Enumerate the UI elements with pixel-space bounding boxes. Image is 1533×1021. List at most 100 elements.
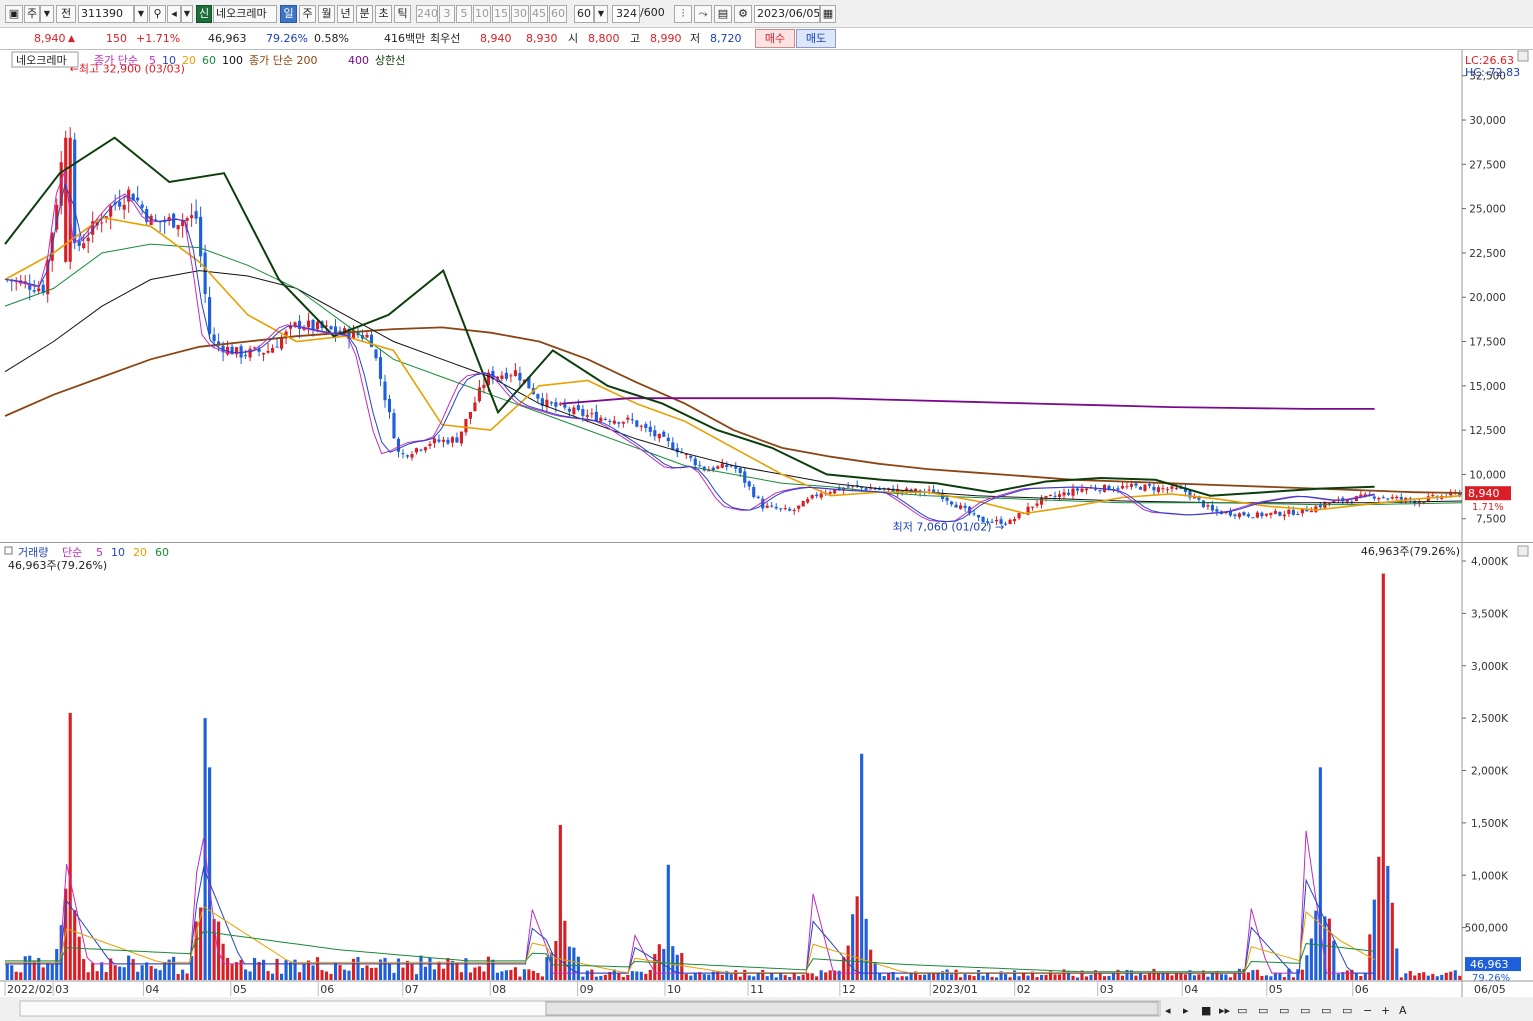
volume-bar (1179, 973, 1183, 980)
search-icon[interactable]: ⚲ (149, 5, 166, 23)
view-d-icon[interactable]: ▭ (1300, 1004, 1310, 1017)
chevron-down-icon[interactable]: ▼ (40, 5, 54, 23)
scroll-thumb[interactable] (545, 1001, 1159, 1016)
play-icon[interactable]: ▸ (1183, 1004, 1189, 1017)
legend-item-6[interactable]: 종가 단순 200 (249, 54, 317, 67)
stock-code-input[interactable]: 311390 (78, 5, 134, 23)
volume-bar (1192, 975, 1197, 980)
interval-button-15[interactable]: 15 (492, 5, 510, 23)
volume-bar (423, 966, 428, 980)
volume-legend-item-2[interactable]: 5 (96, 546, 103, 559)
buy-button[interactable]: 매수 (755, 29, 795, 48)
x-tick-label: 06 (320, 983, 334, 996)
date-input[interactable]: 2023/06/05 (754, 5, 820, 23)
bar-count-input[interactable]: 324 (612, 5, 640, 23)
candle-body (756, 496, 760, 499)
volume-bar (1251, 970, 1255, 980)
volume-legend-item-4[interactable]: 20 (133, 546, 147, 559)
volume-bar (738, 976, 742, 980)
candle-body (270, 348, 275, 353)
zoom-in-icon[interactable]: + (1381, 1004, 1390, 1017)
interval-button-5[interactable]: 5 (456, 5, 472, 23)
volume-bar (118, 966, 122, 980)
view-c-icon[interactable]: ▭ (1279, 1004, 1289, 1017)
chart-type-select[interactable]: 주 (24, 5, 40, 23)
view-e-icon[interactable]: ▭ (1321, 1004, 1331, 1017)
volume-bar (972, 976, 976, 980)
speaker-icon[interactable]: ◂ (167, 5, 181, 23)
period-tab-1[interactable]: 주 (299, 5, 316, 23)
legend-item-8[interactable]: 상한선 (375, 54, 405, 67)
legend-item-7[interactable]: 400 (348, 54, 369, 67)
volume-bar (779, 973, 783, 980)
candle-body (1372, 496, 1376, 499)
volume-bar (23, 956, 27, 980)
price-chart[interactable]: 32,50030,00027,50025,00022,50020,00017,5… (0, 50, 1533, 543)
volume-collapse-icon[interactable] (4, 546, 13, 555)
interval-button-240[interactable]: 240 (416, 5, 438, 23)
volume-chart[interactable]: 4,000K 3,500K 3,000K 2,500K 2,000K 1,500K 1,00… (0, 543, 1533, 997)
volume-legend-item-1[interactable]: 단순 (62, 546, 82, 559)
view-a-icon[interactable]: ▭ (1237, 1004, 1247, 1017)
period-tab-5[interactable]: 초 (375, 5, 392, 23)
candle-body (82, 243, 86, 249)
interval-button-45[interactable]: 45 (530, 5, 548, 23)
fast-forward-icon[interactable]: ▸▸ (1219, 1004, 1231, 1017)
volume-bar (977, 970, 981, 980)
volume-bar (1120, 975, 1125, 980)
volume-bar (963, 974, 967, 980)
volume-bar (226, 957, 230, 980)
interval-button-30[interactable]: 30 (511, 5, 529, 23)
candle-body (518, 372, 522, 381)
indicator-name-label[interactable]: 네오크레마 (16, 54, 67, 67)
volume-bar (747, 975, 751, 980)
period-tab-2[interactable]: 월 (318, 5, 335, 23)
interval-button-60[interactable]: 60 (549, 5, 567, 23)
window-menu-icon[interactable]: ▣ (5, 5, 23, 23)
code-dropdown-icon[interactable]: ▼ (134, 5, 148, 23)
save-icon[interactable]: ▤ (714, 5, 732, 23)
interval-input[interactable]: 60 (574, 5, 594, 23)
period-tab-6[interactable]: 틱 (394, 5, 411, 23)
volume-legend-item-5[interactable]: 60 (155, 546, 169, 559)
volume-bar (1318, 767, 1322, 980)
stop-icon[interactable]: ■ (1201, 1004, 1211, 1017)
period-tab-0[interactable]: 일 (280, 5, 297, 23)
volume-scroll-up-icon[interactable] (1517, 545, 1529, 557)
volume-bar (545, 957, 549, 980)
candle-settings-icon[interactable]: ⫶ (674, 5, 692, 23)
speaker-dropdown-icon[interactable]: ▼ (181, 5, 193, 23)
x-tick-label-current: 06/05 (1474, 983, 1506, 996)
scroll-left-icon[interactable]: ◂ (1165, 1004, 1171, 1017)
view-b-icon[interactable]: ▭ (1258, 1004, 1268, 1017)
gear-icon[interactable]: ⚙ (734, 5, 752, 23)
candle-body (441, 439, 446, 442)
volume-bar (46, 963, 50, 980)
view-f-icon[interactable]: ▭ (1342, 1004, 1352, 1017)
interval-button-10[interactable]: 10 (473, 5, 491, 23)
period-tab-4[interactable]: 분 (356, 5, 373, 23)
legend-item-4[interactable]: 60 (202, 54, 216, 67)
best-ask-label: 최우선 (430, 32, 461, 45)
volume-bar (14, 971, 18, 980)
interval-dropdown-icon[interactable]: ▼ (594, 5, 608, 23)
sell-button[interactable]: 매도 (796, 29, 836, 48)
scroll-up-icon[interactable] (1517, 50, 1529, 62)
text-size-icon[interactable]: A (1399, 1004, 1407, 1017)
legend-item-5[interactable]: 100 (222, 54, 243, 67)
period-tab-3[interactable]: 년 (337, 5, 354, 23)
stock-name[interactable]: 네오크레마 (213, 5, 277, 23)
interval-button-3[interactable]: 3 (439, 5, 455, 23)
zoom-out-icon[interactable]: − (1363, 1004, 1372, 1017)
volume-bar (235, 962, 239, 980)
market-select[interactable]: 전 (56, 5, 76, 23)
calendar-icon[interactable]: ▦ (820, 5, 836, 23)
volume-legend-item-3[interactable]: 10 (111, 546, 125, 559)
candle-body (1044, 495, 1048, 498)
candle-body (1431, 495, 1435, 497)
volume-bar (441, 968, 446, 980)
chart-scrollbar[interactable]: ◂ ▸ ■ ▸▸ ▭ ▭ ▭ ▭ ▭ ▭ − + A (0, 997, 1533, 1021)
x-tick-label: 07 (405, 983, 419, 996)
volume-legend-item-0[interactable]: 거래량 (18, 546, 48, 559)
indicator-icon[interactable]: ⤳ (694, 5, 712, 23)
